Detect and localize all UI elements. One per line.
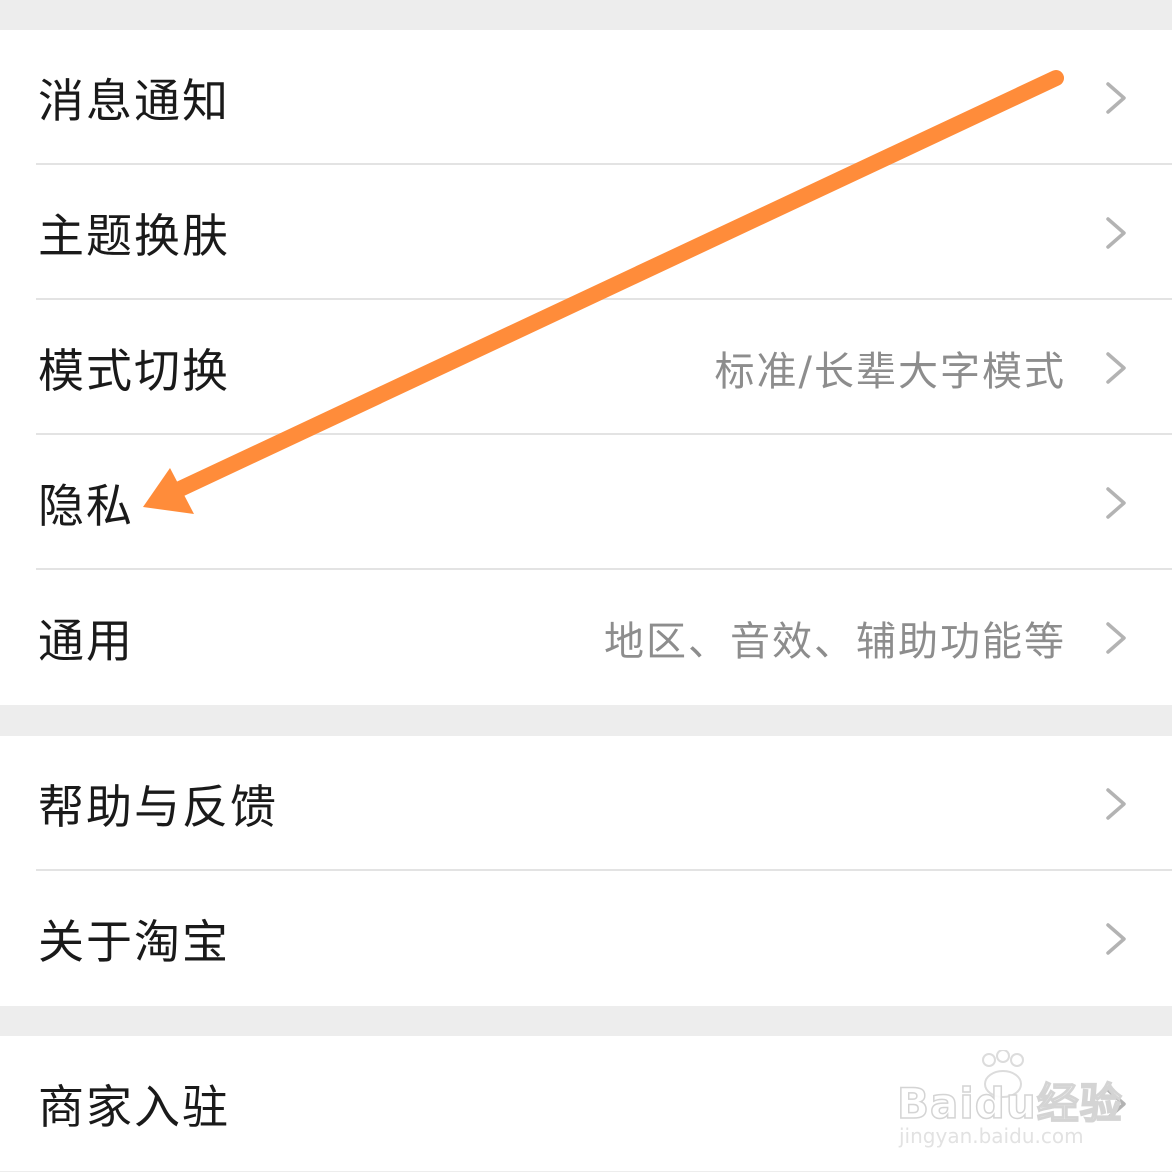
chevron-right-icon	[1106, 922, 1126, 955]
row-label: 商家入驻	[38, 1079, 230, 1134]
chevron-right-icon	[1106, 787, 1126, 820]
settings-row-mode-switch[interactable]: 模式切换 标准/长辈大字模式	[0, 300, 1172, 435]
chevron-right-icon	[1106, 1087, 1126, 1120]
row-label: 隐私	[38, 478, 134, 533]
settings-row-merchant-join[interactable]: 商家入驻	[0, 1036, 1172, 1171]
row-label: 关于淘宝	[38, 914, 230, 969]
chevron-right-icon	[1106, 486, 1126, 519]
settings-group-3: 商家入驻	[0, 1036, 1172, 1171]
row-label: 消息通知	[38, 73, 230, 128]
settings-row-help-feedback[interactable]: 帮助与反馈	[0, 736, 1172, 871]
settings-group-1: 消息通知 主题换肤 模式切换 标准/长辈大字模式 隐私 通用 地区、音效、辅助功…	[0, 30, 1172, 705]
settings-group-2: 帮助与反馈 关于淘宝	[0, 736, 1172, 1006]
chevron-right-icon	[1106, 81, 1126, 114]
row-value: 标准/长辈大字模式	[714, 348, 1066, 395]
chevron-right-icon	[1106, 351, 1126, 384]
row-label: 模式切换	[38, 343, 230, 398]
row-label: 帮助与反馈	[38, 779, 278, 834]
settings-row-theme-skin[interactable]: 主题换肤	[0, 165, 1172, 300]
row-label: 主题换肤	[38, 208, 230, 263]
settings-row-message-notification[interactable]: 消息通知	[0, 30, 1172, 165]
row-value: 地区、音效、辅助功能等	[604, 618, 1066, 665]
settings-row-general[interactable]: 通用 地区、音效、辅助功能等	[0, 570, 1172, 705]
settings-row-privacy[interactable]: 隐私	[0, 435, 1172, 570]
row-label: 通用	[38, 613, 134, 668]
settings-row-about-taobao[interactable]: 关于淘宝	[0, 871, 1172, 1006]
chevron-right-icon	[1106, 621, 1126, 654]
chevron-right-icon	[1106, 216, 1126, 249]
